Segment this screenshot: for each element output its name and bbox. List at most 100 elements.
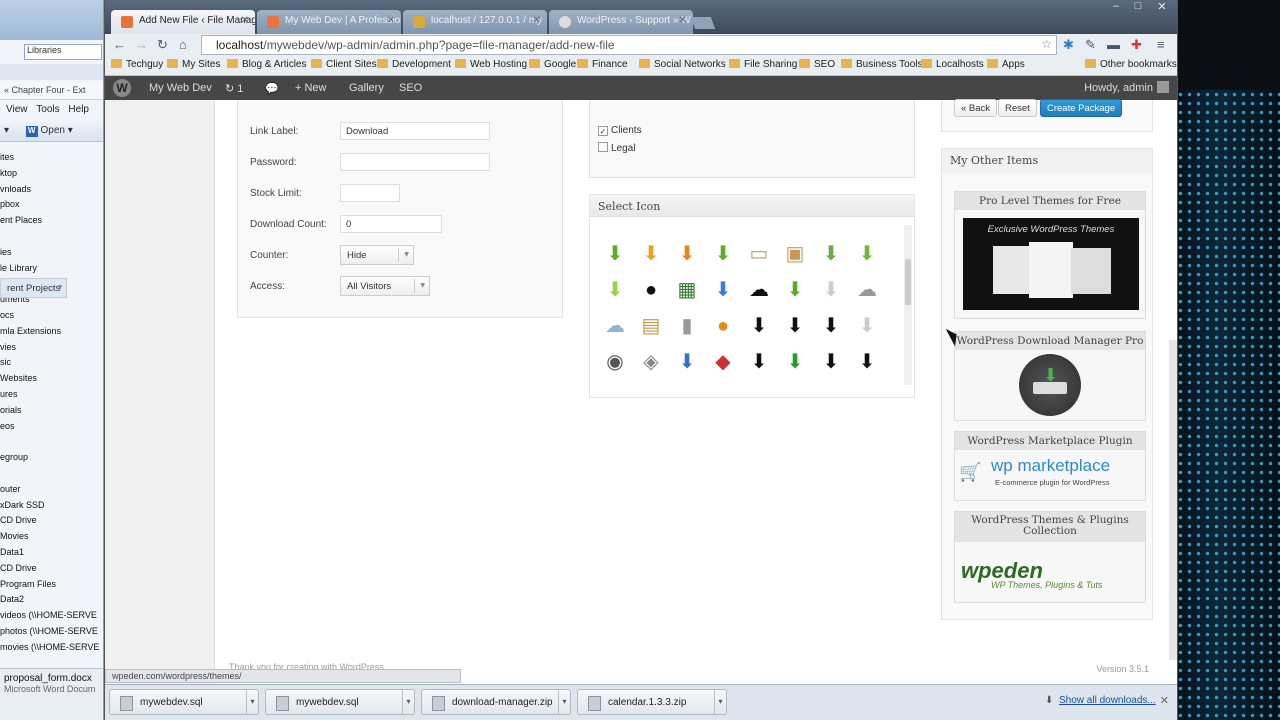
download-icon-option[interactable]: ▬: [674, 217, 700, 229]
download-item[interactable]: download-manager.zip ▾: [421, 689, 571, 715]
adminbar-new[interactable]: + New: [295, 82, 327, 94]
nav-item[interactable]: Data1: [0, 547, 100, 563]
category-legal[interactable]: Legal: [598, 142, 635, 154]
password-input[interactable]: [340, 153, 490, 171]
nav-item[interactable]: pbox: [0, 199, 100, 215]
download-icon-option[interactable]: ⬇: [818, 313, 844, 339]
bookmark-item[interactable]: Blog & Articles: [227, 59, 306, 70]
window-close-icon[interactable]: ✕: [1151, 0, 1173, 16]
new-tab-button[interactable]: [690, 17, 716, 29]
download-icon-option[interactable]: ●: [638, 277, 664, 303]
download-icon-option[interactable]: ▬: [602, 217, 628, 229]
download-icon-option[interactable]: ⬇: [782, 349, 808, 375]
download-icon-option[interactable]: ⬇: [854, 313, 880, 339]
bookmark-item[interactable]: Finance: [577, 59, 628, 70]
download-icon-option[interactable]: ▭: [746, 241, 772, 267]
download-icon-option[interactable]: ●: [710, 313, 736, 339]
nav-item[interactable]: ocs: [0, 310, 100, 326]
nav-item[interactable]: ent Places: [0, 215, 100, 231]
download-icon-option[interactable]: ⬇: [674, 349, 700, 375]
download-icon-option[interactable]: ▬: [818, 217, 844, 229]
nav-item[interactable]: le Library: [0, 263, 100, 279]
nav-item[interactable]: ites: [0, 152, 100, 168]
bookmark-item[interactable]: Social Networks: [639, 59, 726, 70]
download-icon-option[interactable]: ◆: [710, 349, 736, 375]
adminbar-gallery[interactable]: Gallery: [349, 82, 384, 94]
pen-icon[interactable]: ✎: [1085, 37, 1096, 53]
download-icon-option[interactable]: ◉: [602, 349, 628, 375]
bookmark-item[interactable]: File Sharing: [729, 59, 797, 70]
open-button[interactable]: Open: [40, 125, 64, 136]
nav-item[interactable]: outer: [0, 484, 100, 500]
wordpress-logo-icon[interactable]: W: [113, 79, 131, 97]
nav-item[interactable]: ktop: [0, 168, 100, 184]
addon-icon[interactable]: ✚: [1131, 37, 1142, 53]
chevron-down-icon[interactable]: ▾: [558, 690, 570, 714]
download-icon-option[interactable]: ⬇: [782, 313, 808, 339]
bookmark-item[interactable]: Apps: [987, 59, 1025, 70]
nav-item[interactable]: CD Drive: [0, 563, 100, 579]
show-all-downloads-link[interactable]: Show all downloads...: [1059, 695, 1156, 706]
download-icon-option[interactable]: ⬇: [638, 241, 664, 267]
nav-item[interactable]: CD Drive: [0, 515, 100, 531]
updates-item[interactable]: ↻ 1: [225, 82, 243, 95]
download-icon-option[interactable]: ⬇: [818, 277, 844, 303]
chevron-down-icon[interactable]: ▾: [246, 690, 258, 714]
download-icon-option[interactable]: ⬇: [746, 313, 772, 339]
nav-item[interactable]: photos (\\HOME-SERVE: [0, 626, 100, 642]
back-button[interactable]: « Back: [954, 99, 998, 117]
download-icon-option[interactable]: ☁: [854, 277, 880, 303]
checkbox-icon[interactable]: [598, 142, 608, 152]
counter-select[interactable]: Hide: [340, 245, 414, 265]
link-label-input[interactable]: Download: [340, 122, 490, 140]
themes-banner-image[interactable]: Exclusive WordPress Themes: [963, 218, 1139, 310]
menu-view[interactable]: View: [6, 104, 28, 115]
promo-themes-plugins[interactable]: WordPress Themes & Plugins Collection wp…: [954, 511, 1146, 603]
chevron-down-icon[interactable]: ▾: [714, 690, 726, 714]
download-icon-option[interactable]: ▬: [638, 217, 664, 229]
menu-help[interactable]: Help: [68, 104, 89, 115]
download-icon-option[interactable]: ⬇: [710, 277, 736, 303]
adminbar-howdy[interactable]: Howdy, admin: [1084, 82, 1153, 94]
tab-wordpress-support[interactable]: WordPress › Support » W ✕: [549, 10, 693, 34]
download-item[interactable]: mywebdev.sql ▾: [265, 689, 415, 715]
menu-icon[interactable]: ≡: [1157, 37, 1165, 52]
bookmark-item[interactable]: My Sites: [167, 59, 220, 70]
nav-item[interactable]: xDark SSD: [0, 500, 100, 516]
download-icon-option[interactable]: ▬: [854, 217, 880, 229]
download-icon-option[interactable]: ▬: [782, 217, 808, 229]
promo-download-manager-pro[interactable]: WordPress Download Manager Pro ⬇: [954, 331, 1146, 421]
download-icon-option[interactable]: ⬇: [818, 349, 844, 375]
category-clients[interactable]: ✓ Clients: [598, 125, 642, 136]
bookmark-item[interactable]: Localhosts: [921, 59, 984, 70]
download-icon-option[interactable]: ▤: [638, 313, 664, 339]
reload-icon[interactable]: ↻: [157, 37, 168, 53]
bar-icon[interactable]: ▬: [1107, 37, 1120, 52]
close-icon[interactable]: ✕: [533, 15, 541, 26]
close-icon[interactable]: ✕: [241, 15, 249, 26]
nav-item[interactable]: vies: [0, 342, 100, 358]
close-icon[interactable]: ✕: [387, 15, 395, 26]
nav-item[interactable]: egroup: [0, 452, 100, 468]
nav-item[interactable]: mla Extensions: [0, 326, 100, 342]
promo-pro-themes[interactable]: Pro Level Themes for Free Exclusive Word…: [954, 191, 1146, 319]
access-select[interactable]: All Visitors: [340, 276, 430, 296]
download-icon-option[interactable]: ⬇: [710, 241, 736, 267]
forward-icon[interactable]: →: [135, 37, 148, 52]
tab-phpmyadmin[interactable]: localhost / 127.0.0.1 / my ✕: [403, 10, 547, 34]
home-icon[interactable]: ⌂: [179, 37, 187, 52]
tab-my-web-dev[interactable]: My Web Dev | A Professio ✕: [257, 10, 401, 34]
nav-item[interactable]: ures: [0, 389, 100, 405]
download-icon-option[interactable]: ▮: [674, 313, 700, 339]
download-icon-option[interactable]: ◈: [638, 349, 664, 375]
bookmark-item[interactable]: Business Tools: [841, 59, 923, 70]
download-icon-option[interactable]: ▬: [710, 217, 736, 229]
nav-item[interactable]: videos (\\HOME-SERVE: [0, 610, 100, 626]
checkbox-checked-icon[interactable]: ✓: [598, 126, 608, 136]
nav-item[interactable]: [0, 436, 100, 452]
maximize-icon[interactable]: □: [1127, 0, 1149, 16]
nav-item[interactable]: Program Files: [0, 579, 100, 595]
bookmark-star-icon[interactable]: ☆: [1041, 37, 1052, 51]
nav-item[interactable]: orials: [0, 405, 100, 421]
menu-tools[interactable]: Tools: [36, 104, 59, 115]
